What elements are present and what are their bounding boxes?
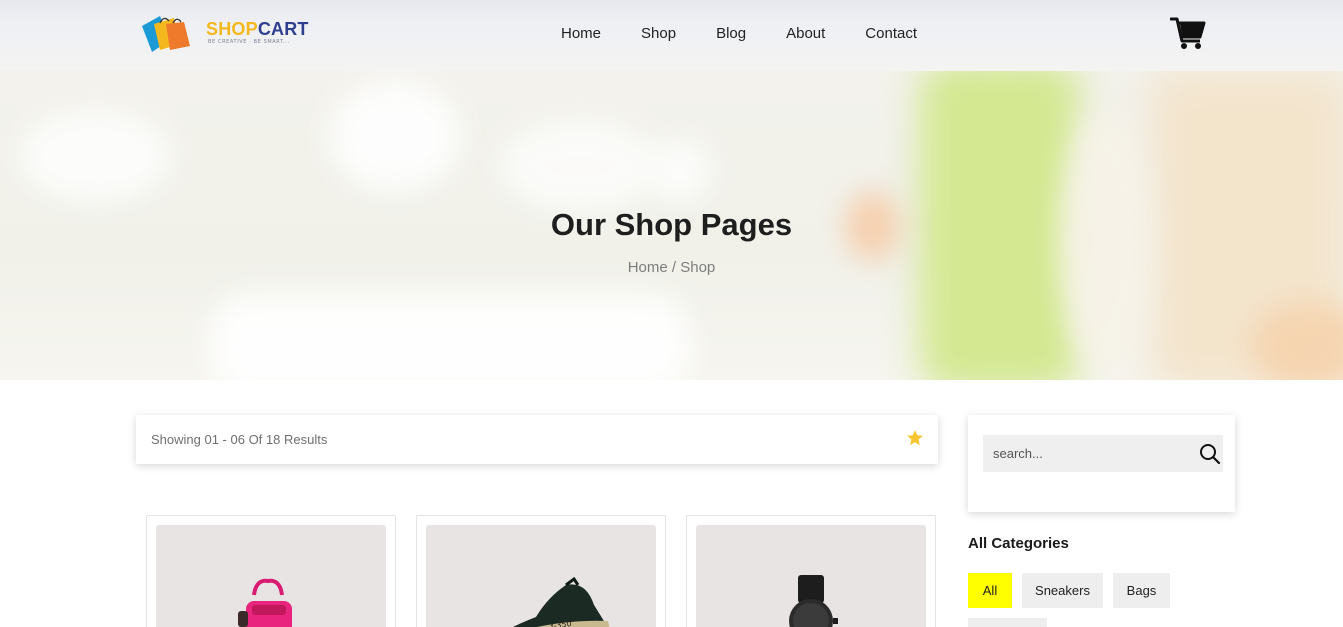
search-icon[interactable] <box>1199 443 1221 465</box>
nav-home[interactable]: Home <box>561 24 601 44</box>
search-widget <box>968 415 1235 512</box>
main-nav: Home Shop Blog About Contact <box>545 24 917 44</box>
hero-banner: Our Shop Pages Home / Shop <box>0 71 1343 380</box>
categories-title: All Categories <box>968 535 1069 552</box>
results-count: Showing 01 - 06 Of 18 Results <box>151 432 328 447</box>
category-all[interactable]: All <box>968 573 1012 608</box>
nav-shop[interactable]: Shop <box>641 24 676 44</box>
product-image-black-watch[interactable] <box>696 525 926 627</box>
star-icon[interactable] <box>906 429 924 447</box>
category-chip-partial[interactable] <box>968 618 1047 627</box>
product-card[interactable] <box>686 515 936 627</box>
brand-tagline: BE CREATIVE · BE SMART... <box>208 39 290 45</box>
cart-icon[interactable] <box>1169 16 1206 50</box>
nav-blog[interactable]: Blog <box>716 24 746 44</box>
product-image-pink-backpack[interactable] <box>156 525 386 627</box>
brand-logo[interactable]: SHOPCART BE CREATIVE · BE SMART... <box>140 14 309 54</box>
shopping-bags-icon <box>140 14 202 54</box>
nav-about[interactable]: About <box>786 24 825 44</box>
search-input[interactable] <box>983 435 1223 472</box>
product-image-black-sneaker[interactable]: Y-350 <box>426 525 656 627</box>
product-card[interactable]: Y-350 <box>416 515 666 627</box>
results-bar: Showing 01 - 06 Of 18 Results <box>136 415 938 464</box>
nav-contact[interactable]: Contact <box>865 24 917 44</box>
breadcrumb[interactable]: Home / Shop <box>0 259 1343 276</box>
site-header: SHOPCART BE CREATIVE · BE SMART... Home … <box>0 0 1343 71</box>
product-card[interactable] <box>146 515 396 627</box>
brand-name: SHOPCART <box>206 19 309 39</box>
category-sneakers[interactable]: Sneakers <box>1022 573 1103 608</box>
page-title: Our Shop Pages <box>550 207 793 242</box>
category-bags[interactable]: Bags <box>1113 573 1170 608</box>
